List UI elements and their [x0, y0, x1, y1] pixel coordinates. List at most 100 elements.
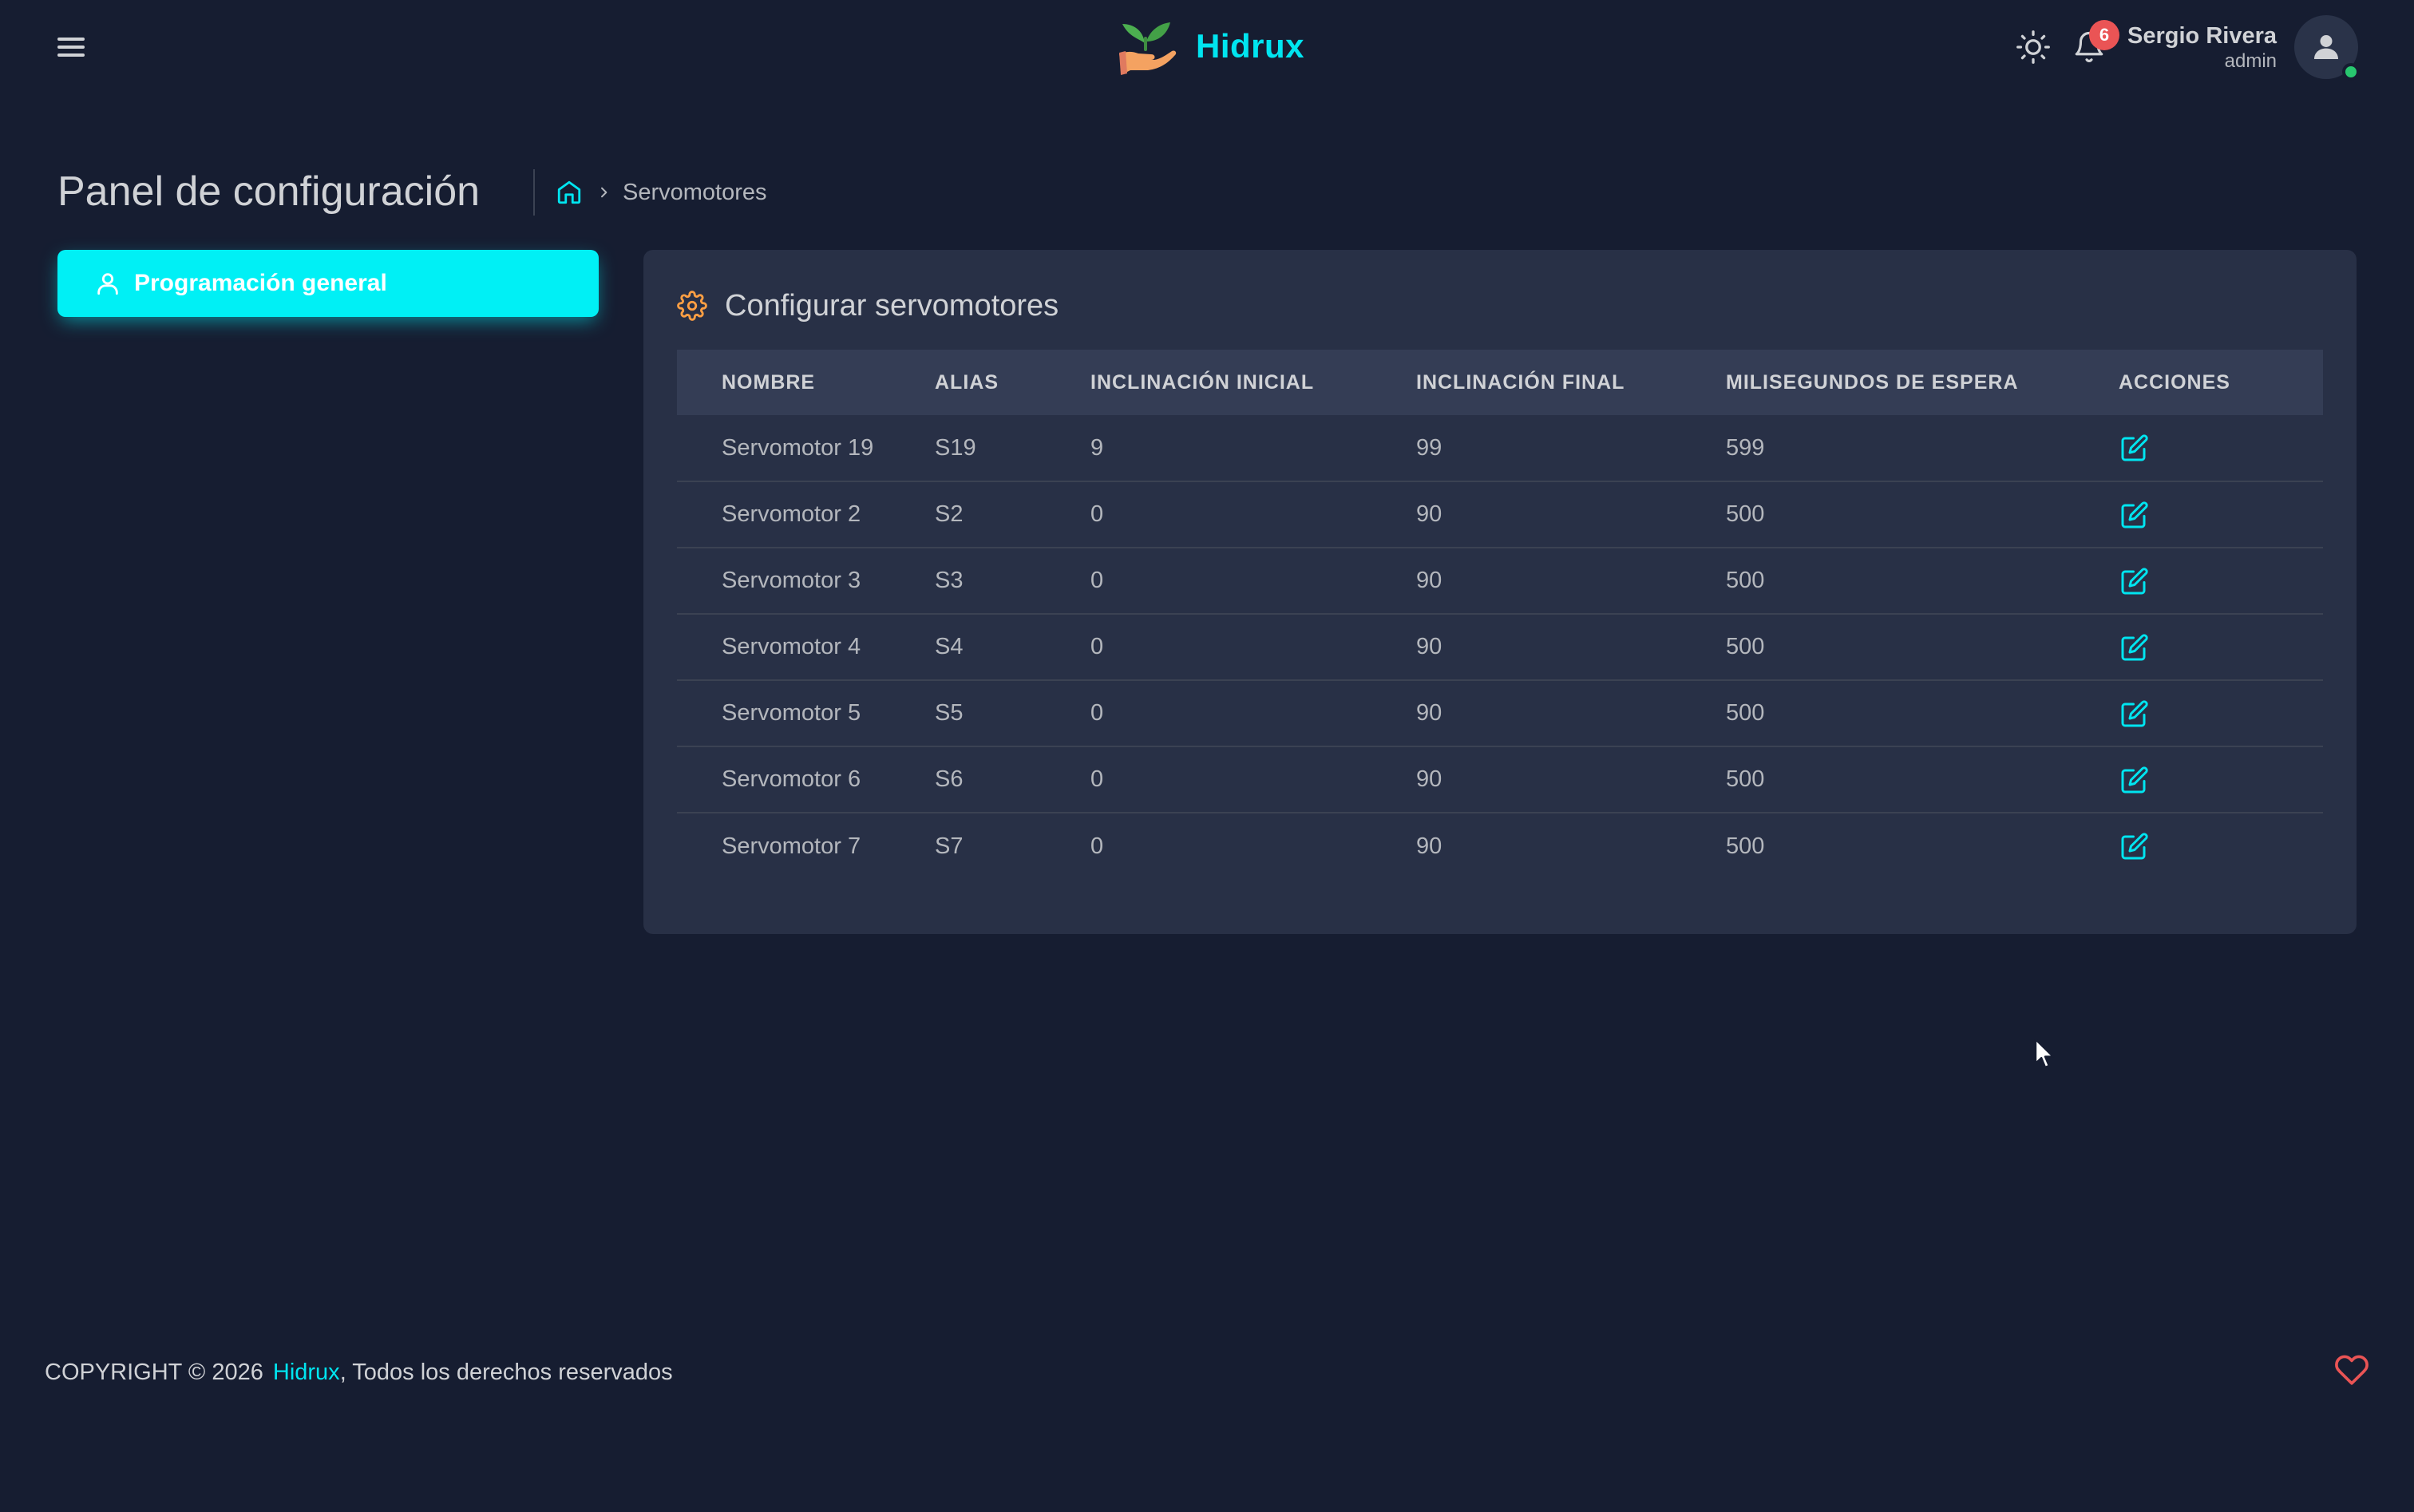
- cell-inclinacion-inicial: 0: [1090, 833, 1104, 859]
- table-row: Servomotor 7 S7 0 90 500: [677, 813, 2323, 879]
- breadcrumb-current: Servomotores: [623, 179, 767, 205]
- user-name: Sergio Rivera: [2127, 23, 2277, 49]
- home-icon[interactable]: [556, 179, 583, 206]
- sun-icon[interactable]: [2011, 25, 2056, 69]
- notification-badge: 6: [2089, 20, 2120, 50]
- cell-milisegundos-espera: 500: [1726, 700, 1765, 726]
- user-icon: [2314, 35, 2338, 59]
- cell-inclinacion-inicial: 0: [1090, 634, 1104, 659]
- edit-icon[interactable]: [2119, 499, 2151, 531]
- cell-acciones: [2119, 614, 2323, 680]
- cell-nombre: Servomotor 7: [722, 833, 861, 859]
- online-status-dot: [2342, 63, 2360, 81]
- brand-name: Hidrux: [1196, 27, 1305, 65]
- notifications-button[interactable]: 6: [2067, 20, 2120, 69]
- column-header-acciones: ACCIONES: [2119, 370, 2230, 394]
- edit-icon[interactable]: [2119, 698, 2151, 730]
- edit-icon[interactable]: [2119, 631, 2151, 663]
- servomotors-card: Configurar servomotores NOMBRE ALIAS INC…: [643, 250, 2357, 934]
- cell-acciones: [2119, 813, 2323, 879]
- cell-milisegundos-espera: 500: [1726, 833, 1765, 859]
- table-row: Servomotor 6 S6 0 90 500: [677, 746, 2323, 813]
- cell-milisegundos-espera: 500: [1726, 634, 1765, 659]
- user-role: admin: [2224, 50, 2277, 72]
- footer-copyright: COPYRIGHT © 2026: [45, 1360, 263, 1385]
- cell-acciones: [2119, 548, 2323, 614]
- user-info[interactable]: Sergio Rivera admin: [2127, 22, 2277, 73]
- card-title: Configurar servomotores: [725, 288, 1059, 323]
- cell-acciones: [2119, 746, 2323, 813]
- cell-nombre: Servomotor 6: [722, 766, 861, 792]
- cell-inclinacion-inicial: 0: [1090, 501, 1104, 527]
- hamburger-menu-icon[interactable]: [56, 34, 88, 61]
- cell-alias: S3: [935, 568, 964, 593]
- cell-acciones: [2119, 680, 2323, 746]
- card-header: Configurar servomotores: [677, 282, 1059, 330]
- edit-icon[interactable]: [2119, 830, 2151, 862]
- navbar: Hidrux 6 Sergio Rivera admin: [0, 0, 2414, 94]
- page-title: Panel de configuración: [57, 168, 481, 215]
- cell-milisegundos-espera: 500: [1726, 501, 1765, 527]
- cell-nombre: Servomotor 4: [722, 634, 861, 659]
- cell-milisegundos-espera: 500: [1726, 568, 1765, 593]
- heart-icon: [2335, 1355, 2368, 1385]
- cell-acciones: [2119, 481, 2323, 548]
- cell-inclinacion-inicial: 0: [1090, 568, 1104, 593]
- footer-rights: , Todos los derechos reservados: [339, 1360, 673, 1385]
- servomotors-table: NOMBRE ALIAS INCLINACIÓN INICIAL INCLINA…: [677, 350, 2323, 879]
- table-row: Servomotor 4 S4 0 90 500: [677, 614, 2323, 680]
- cell-inclinacion-final: 90: [1416, 568, 1442, 593]
- cell-inclinacion-final: 90: [1416, 833, 1442, 859]
- footer-brand-link[interactable]: Hidrux: [273, 1360, 340, 1385]
- cell-inclinacion-final: 90: [1416, 501, 1442, 527]
- table-row: Servomotor 19 S19 9 99 599: [677, 415, 2323, 481]
- edit-icon[interactable]: [2119, 764, 2151, 796]
- cell-inclinacion-inicial: 0: [1090, 766, 1104, 792]
- table-row: Servomotor 5 S5 0 90 500: [677, 680, 2323, 746]
- mouse-cursor-icon: [2034, 1038, 2055, 1069]
- cell-alias: S2: [935, 501, 964, 527]
- cell-inclinacion-final: 99: [1416, 434, 1442, 461]
- cell-nombre: Servomotor 2: [722, 501, 861, 527]
- cell-inclinacion-final: 90: [1416, 700, 1442, 726]
- brand[interactable]: Hidrux: [1114, 14, 1304, 78]
- cell-alias: S6: [935, 766, 964, 792]
- cell-alias: S4: [935, 634, 964, 659]
- servomotors-table-wrap: NOMBRE ALIAS INCLINACIÓN INICIAL INCLINA…: [677, 350, 2323, 879]
- table-header-row: NOMBRE ALIAS INCLINACIÓN INICIAL INCLINA…: [677, 350, 2323, 415]
- cell-alias: S5: [935, 700, 964, 726]
- cell-milisegundos-espera: 599: [1726, 434, 1765, 461]
- programacion-general-label: Programación general: [134, 270, 387, 296]
- table-row: Servomotor 2 S2 0 90 500: [677, 481, 2323, 548]
- title-divider: [533, 169, 535, 216]
- navbar-actions: 6 Sergio Rivera admin: [2011, 13, 2360, 81]
- user-outline-icon: [97, 273, 118, 295]
- footer: COPYRIGHT © 2026 Hidrux, Todos los derech…: [45, 1354, 673, 1391]
- cell-acciones: [2119, 415, 2323, 481]
- table-row: Servomotor 3 S3 0 90 500: [677, 548, 2323, 614]
- cell-nombre: Servomotor 19: [722, 434, 874, 461]
- chevron-right-icon: [601, 187, 607, 198]
- cell-alias: S19: [935, 434, 976, 461]
- brand-logo-icon: [1119, 22, 1177, 75]
- breadcrumb: Servomotores: [556, 174, 767, 211]
- edit-icon[interactable]: [2119, 432, 2151, 464]
- cell-inclinacion-final: 90: [1416, 634, 1442, 659]
- column-header-alias[interactable]: ALIAS: [935, 350, 1090, 415]
- column-header-milisegundos-espera[interactable]: MILISEGUNDOS DE ESPERA: [1726, 350, 2119, 415]
- cell-alias: S7: [935, 833, 964, 859]
- cell-inclinacion-final: 90: [1416, 766, 1442, 792]
- cell-nombre: Servomotor 3: [722, 568, 861, 593]
- cell-nombre: Servomotor 5: [722, 700, 861, 726]
- gear-icon: [677, 291, 707, 321]
- column-header-inclinacion-final[interactable]: INCLINACIÓN FINAL: [1416, 350, 1726, 415]
- cell-inclinacion-inicial: 9: [1090, 434, 1104, 461]
- cell-inclinacion-inicial: 0: [1090, 700, 1104, 726]
- table-body: Servomotor 19 S19 9 99 599 Servomotor 2 S2 0 90 5…: [677, 415, 2323, 879]
- column-header-nombre[interactable]: NOMBRE: [677, 350, 935, 415]
- column-header-inclinacion-inicial[interactable]: INCLINACIÓN INICIAL: [1090, 350, 1416, 415]
- cell-milisegundos-espera: 500: [1726, 766, 1765, 792]
- programacion-general-button[interactable]: Programación general: [57, 250, 599, 317]
- edit-icon[interactable]: [2119, 565, 2151, 597]
- avatar[interactable]: [2294, 15, 2360, 81]
